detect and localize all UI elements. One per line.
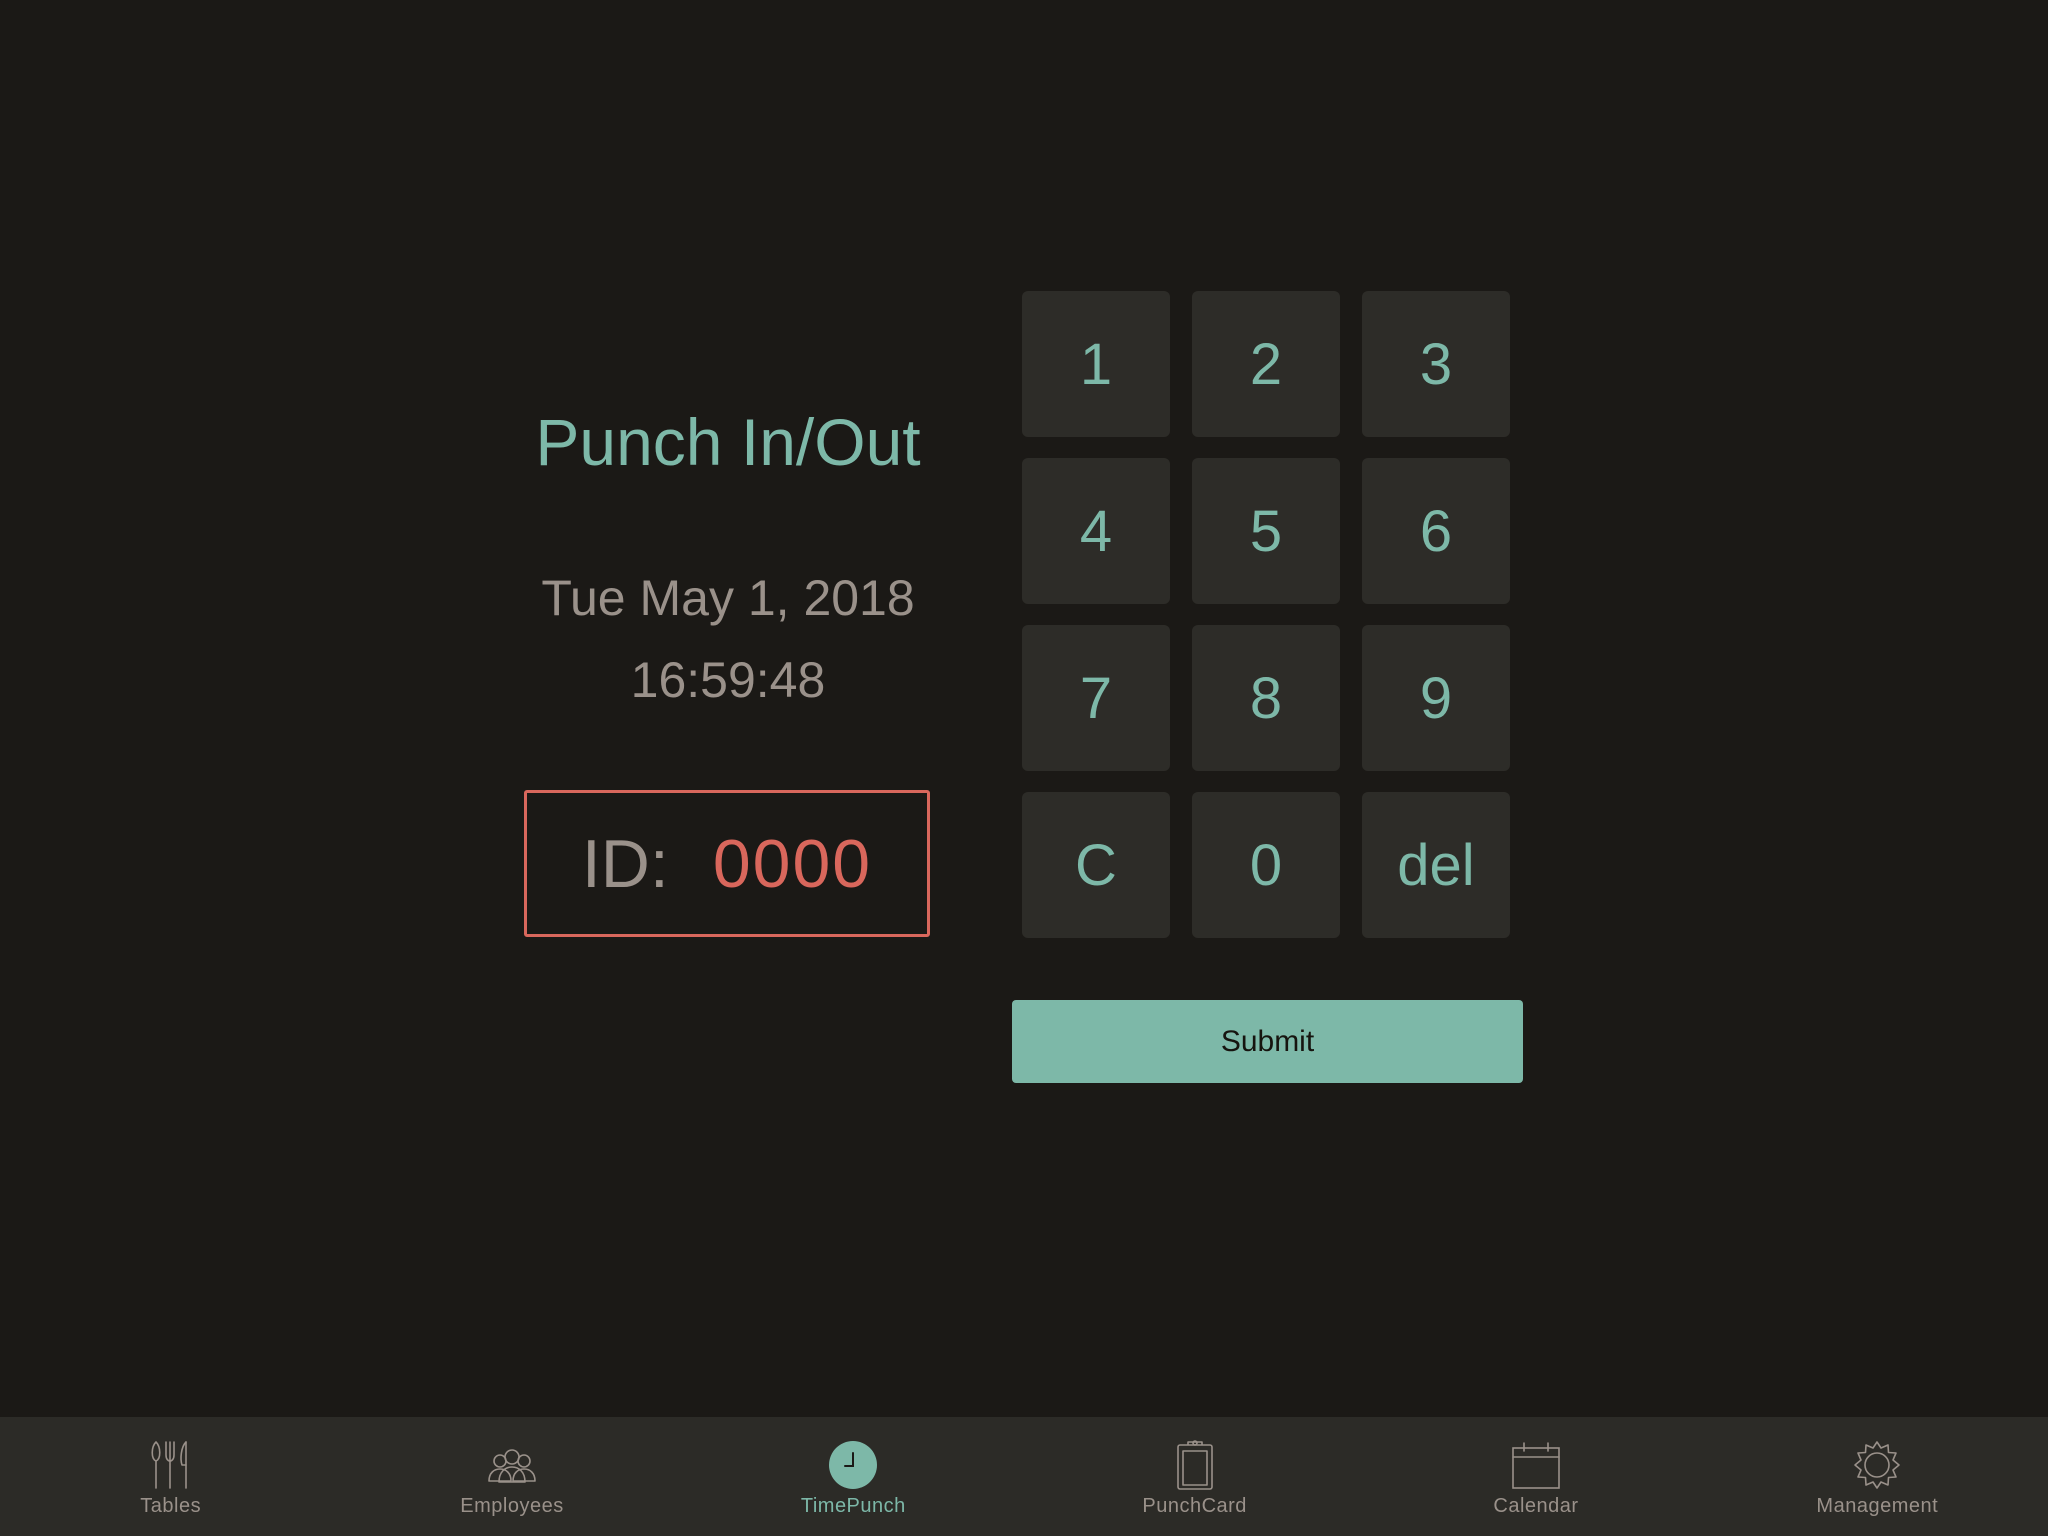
key-1[interactable]: 1: [1022, 291, 1170, 437]
tab-label: Employees: [460, 1495, 564, 1517]
key-9[interactable]: 9: [1362, 625, 1510, 771]
tab-bar: Tables Employees TimePunch PunchCard Cal…: [0, 1417, 2048, 1536]
timepunch-screen: Punch In/Out Tue May 1, 2018 16:59:48 ID…: [0, 0, 2048, 1536]
page-title: Punch In/Out: [535, 405, 921, 479]
current-date: Tue May 1, 2018: [541, 570, 915, 626]
key-3[interactable]: 3: [1362, 291, 1510, 437]
key-0[interactable]: 0: [1192, 792, 1340, 938]
key-6[interactable]: 6: [1362, 458, 1510, 604]
id-label: ID:: [581, 825, 669, 902]
tab-label: Tables: [140, 1495, 202, 1517]
delete-key[interactable]: del: [1362, 792, 1510, 938]
key-4[interactable]: 4: [1022, 458, 1170, 604]
people-icon: [488, 1449, 536, 1483]
current-time: 16:59:48: [630, 652, 826, 708]
tab-label: TimePunch: [800, 1495, 906, 1517]
tab-employees[interactable]: Employees: [341, 1417, 682, 1536]
key-5[interactable]: 5: [1192, 458, 1340, 604]
tab-punchcard[interactable]: PunchCard: [1024, 1417, 1365, 1536]
employee-id-display: ID: 0000: [524, 790, 930, 937]
tab-timepunch[interactable]: TimePunch: [683, 1417, 1024, 1536]
key-8[interactable]: 8: [1192, 625, 1340, 771]
numeric-keypad: 1 2 3 4 5 6 7 8 9 C 0 del: [1022, 291, 1510, 938]
key-2[interactable]: 2: [1192, 291, 1340, 437]
clock-icon: [829, 1441, 878, 1489]
tab-label: PunchCard: [1142, 1495, 1247, 1517]
tab-management[interactable]: Management: [1707, 1417, 2048, 1536]
gear-icon: [1854, 1441, 1901, 1489]
tab-label: Calendar: [1493, 1495, 1579, 1517]
tab-tables[interactable]: Tables: [0, 1417, 341, 1536]
utensils-icon: [151, 1441, 187, 1489]
tab-calendar[interactable]: Calendar: [1365, 1417, 1706, 1536]
calendar-icon: [1512, 1442, 1560, 1489]
id-value: 0000: [712, 825, 873, 902]
submit-button[interactable]: Submit: [1012, 1000, 1523, 1083]
key-7[interactable]: 7: [1022, 625, 1170, 771]
clear-key[interactable]: C: [1022, 792, 1170, 938]
tab-label: Management: [1816, 1495, 1939, 1517]
clipboard-icon: [1176, 1440, 1213, 1490]
